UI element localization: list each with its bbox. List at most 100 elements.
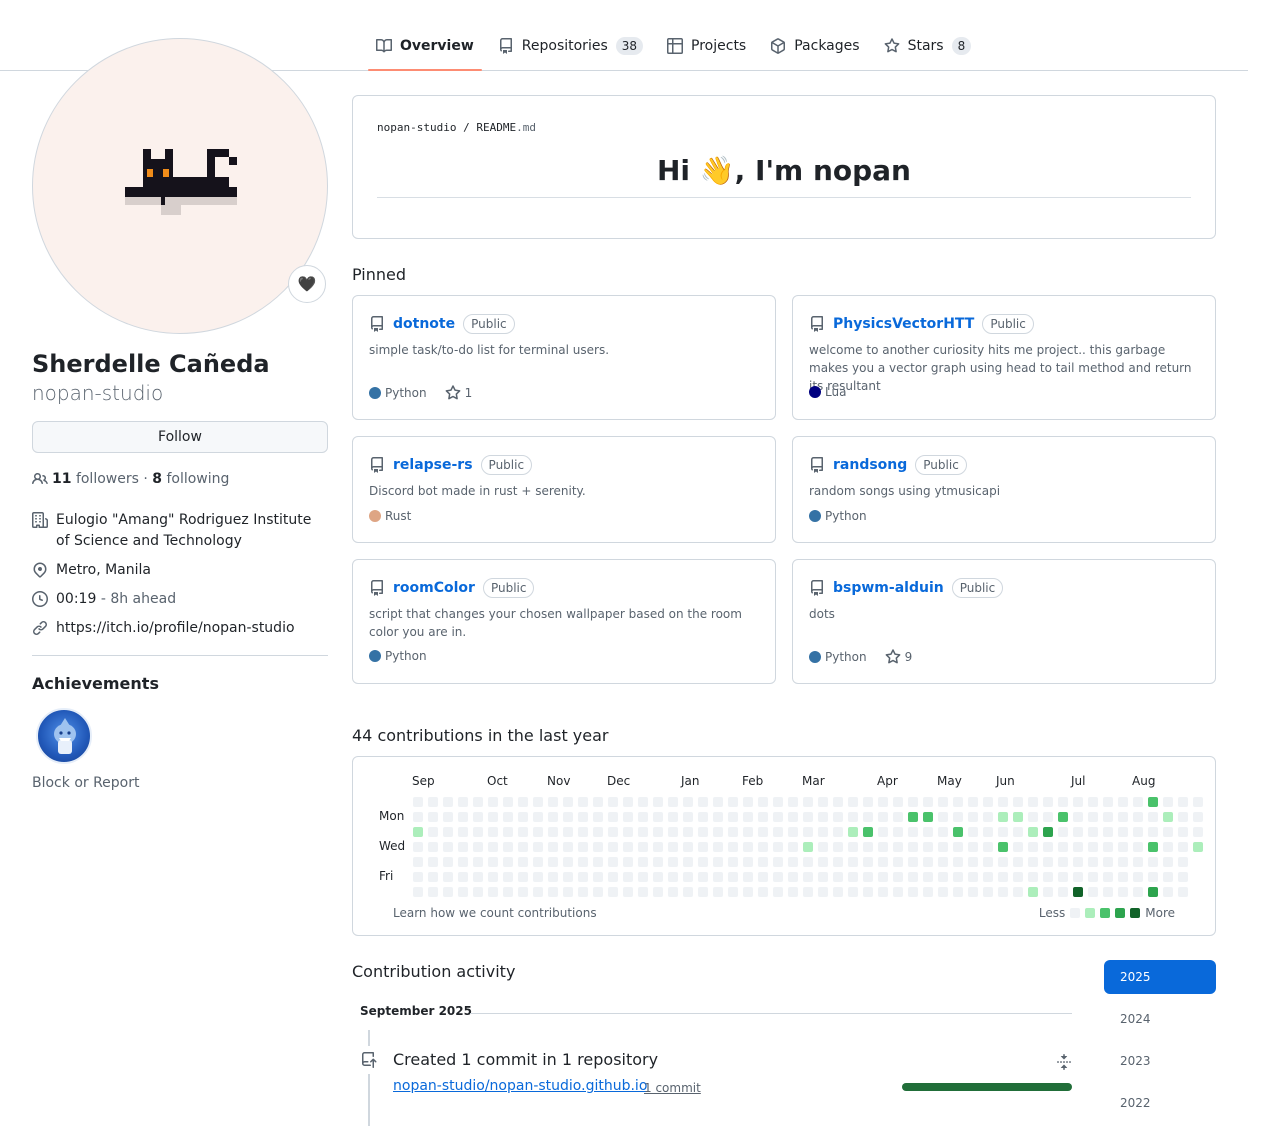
contribution-day[interactable] [683, 887, 693, 897]
contribution-day[interactable] [413, 827, 423, 837]
contribution-day[interactable] [728, 827, 738, 837]
contribution-day[interactable] [938, 797, 948, 807]
contribution-day[interactable] [548, 812, 558, 822]
contribution-day[interactable] [1118, 812, 1128, 822]
contribution-day[interactable] [713, 797, 723, 807]
contribution-day[interactable] [1163, 872, 1173, 882]
contribution-day[interactable] [758, 827, 768, 837]
contribution-day[interactable] [608, 797, 618, 807]
contribution-day[interactable] [953, 887, 963, 897]
contribution-day[interactable] [518, 857, 528, 867]
contribution-day[interactable] [548, 842, 558, 852]
contribution-day[interactable] [428, 842, 438, 852]
contribution-day[interactable] [1043, 842, 1053, 852]
contribution-day[interactable] [908, 872, 918, 882]
contribution-day[interactable] [518, 872, 528, 882]
repo-link[interactable]: PhysicsVectorHTT [833, 316, 974, 332]
contribution-day[interactable] [1163, 827, 1173, 837]
contribution-day[interactable] [998, 827, 1008, 837]
contribution-day[interactable] [443, 842, 453, 852]
website-link[interactable]: https://itch.io/profile/nopan-studio [56, 618, 295, 639]
contribution-day[interactable] [923, 797, 933, 807]
tab-stars[interactable]: Stars 8 [876, 24, 980, 68]
contribution-day[interactable] [1103, 812, 1113, 822]
contribution-day[interactable] [953, 857, 963, 867]
contribution-day[interactable] [1088, 812, 1098, 822]
contribution-day[interactable] [863, 842, 873, 852]
contribution-day[interactable] [818, 887, 828, 897]
contribution-day[interactable] [713, 812, 723, 822]
contribution-day[interactable] [938, 887, 948, 897]
contribution-day[interactable] [758, 842, 768, 852]
contribution-day[interactable] [608, 827, 618, 837]
contribution-day[interactable] [533, 872, 543, 882]
contribution-day[interactable] [413, 857, 423, 867]
contribution-day[interactable] [788, 827, 798, 837]
contribution-day[interactable] [1043, 827, 1053, 837]
contribution-day[interactable] [833, 857, 843, 867]
contribution-day[interactable] [893, 812, 903, 822]
contribution-day[interactable] [533, 812, 543, 822]
follow-button[interactable]: Follow [32, 421, 328, 453]
contribution-day[interactable] [998, 797, 1008, 807]
contribution-day[interactable] [473, 887, 483, 897]
contribution-day[interactable] [833, 842, 843, 852]
contribution-day[interactable] [1193, 827, 1203, 837]
contribution-day[interactable] [938, 827, 948, 837]
status-button[interactable]: 🖤 [288, 265, 326, 303]
collapse-activity-button[interactable] [1056, 1054, 1072, 1070]
contribution-day[interactable] [1163, 887, 1173, 897]
contribution-day[interactable] [1133, 812, 1143, 822]
contribution-day[interactable] [1178, 857, 1188, 867]
contribution-day[interactable] [683, 857, 693, 867]
contribution-day[interactable] [563, 827, 573, 837]
contribution-day[interactable] [773, 827, 783, 837]
contribution-day[interactable] [938, 857, 948, 867]
contribution-day[interactable] [878, 842, 888, 852]
contribution-day[interactable] [1073, 842, 1083, 852]
contribution-day[interactable] [773, 797, 783, 807]
contribution-day[interactable] [563, 797, 573, 807]
contribution-day[interactable] [758, 797, 768, 807]
contribution-day[interactable] [593, 797, 603, 807]
contribution-day[interactable] [893, 797, 903, 807]
activity-commit-count-link[interactable]: 1 commit [644, 1081, 701, 1095]
contribution-day[interactable] [1088, 797, 1098, 807]
contribution-day[interactable] [698, 842, 708, 852]
contribution-day[interactable] [653, 797, 663, 807]
contribution-day[interactable] [968, 887, 978, 897]
contribution-day[interactable] [863, 812, 873, 822]
contribution-day[interactable] [803, 857, 813, 867]
contribution-day[interactable] [638, 797, 648, 807]
contribution-day[interactable] [548, 797, 558, 807]
contribution-day[interactable] [1058, 842, 1068, 852]
contribution-day[interactable] [833, 827, 843, 837]
contribution-day[interactable] [458, 827, 468, 837]
contribution-day[interactable] [653, 812, 663, 822]
contribution-day[interactable] [1178, 842, 1188, 852]
contribution-day[interactable] [518, 842, 528, 852]
contribution-day[interactable] [518, 812, 528, 822]
contribution-day[interactable] [758, 887, 768, 897]
contribution-day[interactable] [503, 872, 513, 882]
contribution-day[interactable] [743, 887, 753, 897]
contribution-day[interactable] [908, 812, 918, 822]
contribution-day[interactable] [983, 842, 993, 852]
contribution-day[interactable] [713, 827, 723, 837]
contribution-day[interactable] [923, 872, 933, 882]
contribution-day[interactable] [1118, 842, 1128, 852]
contribution-day[interactable] [923, 887, 933, 897]
contribution-day[interactable] [593, 812, 603, 822]
contribution-day[interactable] [698, 887, 708, 897]
contribution-day[interactable] [1013, 887, 1023, 897]
contribution-day[interactable] [653, 842, 663, 852]
contribution-day[interactable] [803, 812, 813, 822]
contribution-day[interactable] [503, 842, 513, 852]
contribution-day[interactable] [818, 812, 828, 822]
contribution-day[interactable] [563, 857, 573, 867]
contribution-day[interactable] [908, 827, 918, 837]
contribution-day[interactable] [758, 857, 768, 867]
contribution-day[interactable] [968, 827, 978, 837]
following-link[interactable]: 8 following [152, 471, 229, 487]
contribution-day[interactable] [908, 857, 918, 867]
